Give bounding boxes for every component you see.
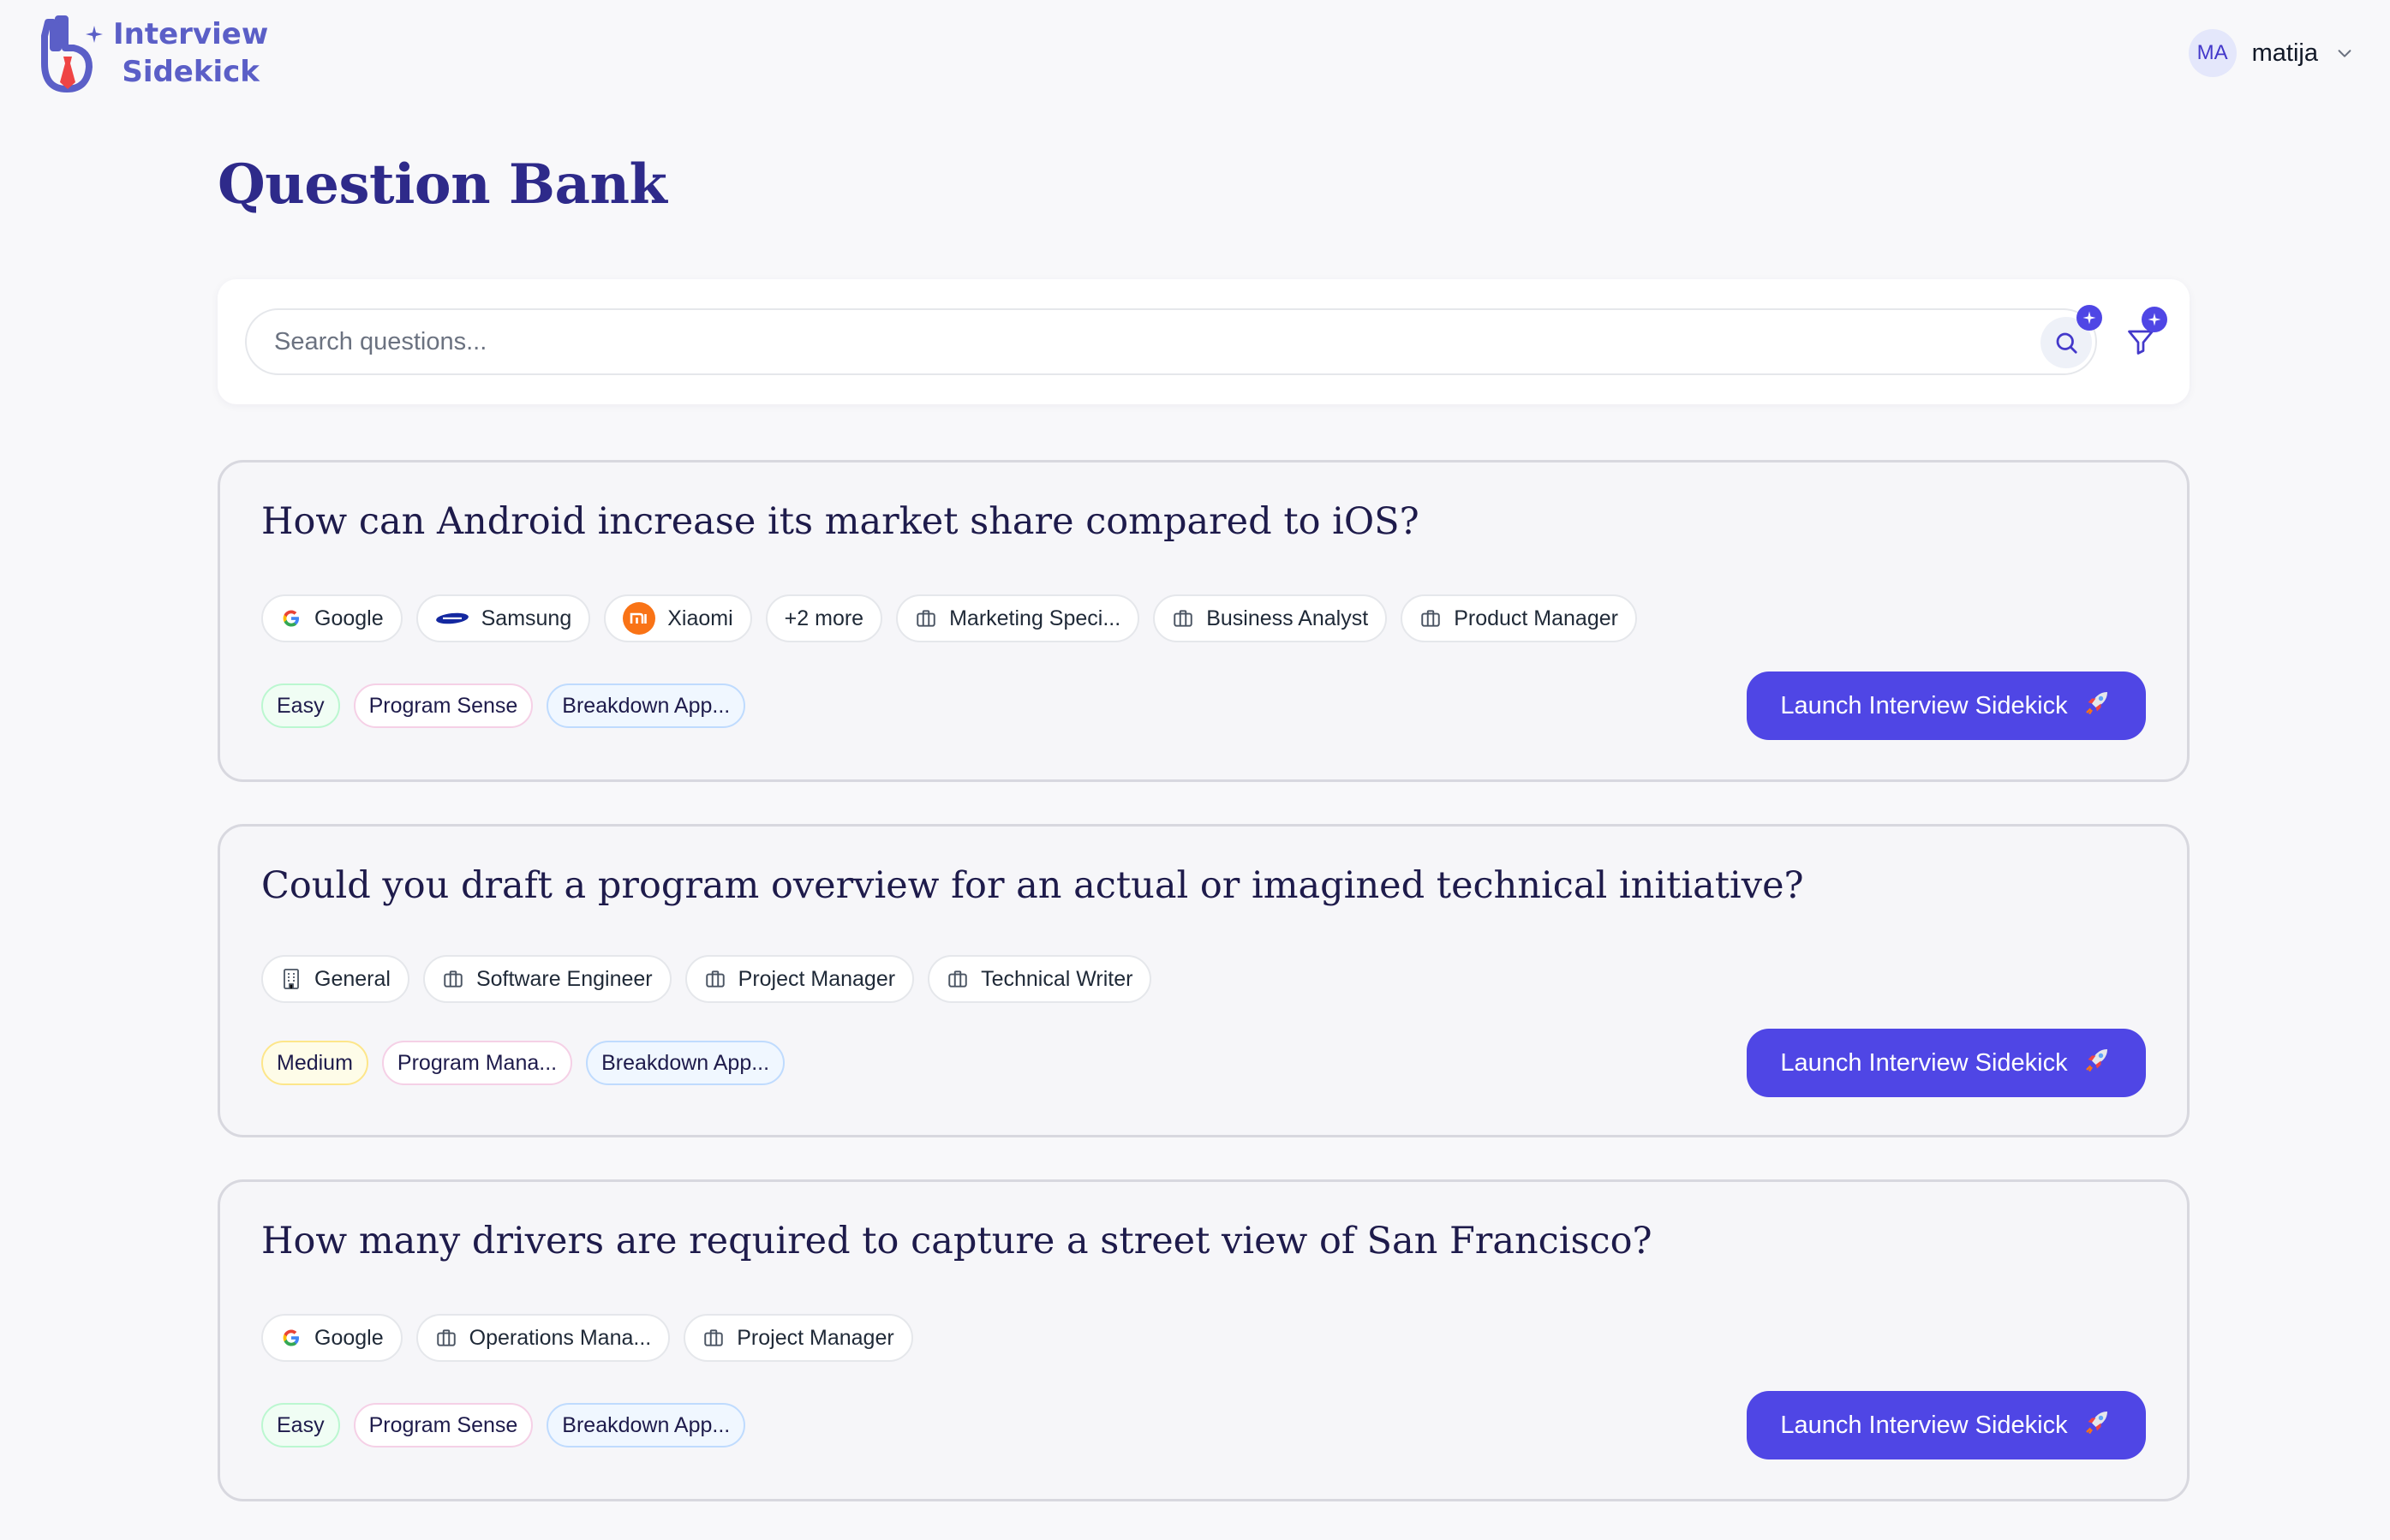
question-card[interactable]: Could you draft a program overview for a… xyxy=(218,824,2190,1137)
launch-interview-button[interactable]: Launch Interview Sidekick xyxy=(1747,1029,2146,1097)
xiaomi-icon xyxy=(623,602,656,635)
category-badge: Program Mana... xyxy=(381,1041,573,1085)
chip-label: Project Manager xyxy=(738,966,896,991)
type-badge: Breakdown App... xyxy=(586,1041,786,1085)
role-chip[interactable]: Project Manager xyxy=(684,1314,913,1362)
briefcase-icon xyxy=(1172,607,1194,630)
chip-label: Project Manager xyxy=(737,1325,894,1350)
chip-label: Operations Mana... xyxy=(469,1325,652,1350)
company-chip-google[interactable]: Google xyxy=(261,594,403,642)
app-logo[interactable]: Interview Sidekick xyxy=(33,10,268,96)
difficulty-badge: Easy xyxy=(261,683,340,728)
category-badge: Program Sense xyxy=(353,1403,534,1447)
page-title: Question Bank xyxy=(218,152,667,217)
question-card[interactable]: How many drivers are required to capture… xyxy=(218,1179,2190,1501)
type-badge: Breakdown App... xyxy=(547,683,746,728)
search-box xyxy=(245,305,2102,375)
chip-label: Software Engineer xyxy=(475,966,653,991)
sparkle-icon xyxy=(2142,307,2167,332)
more-companies-chip[interactable]: +2 more xyxy=(765,594,883,642)
launch-interview-button[interactable]: Launch Interview Sidekick xyxy=(1747,1391,2146,1459)
role-chip[interactable]: Project Manager xyxy=(684,955,915,1003)
sparkle-icon xyxy=(2076,305,2102,331)
tag-row: Google Operations Mana... Project Manage… xyxy=(261,1314,913,1362)
chip-label: Technical Writer xyxy=(981,966,1133,991)
role-chip[interactable]: Operations Mana... xyxy=(415,1314,671,1362)
role-chip[interactable]: Software Engineer xyxy=(422,955,672,1003)
chip-label: Samsung xyxy=(481,606,572,630)
briefcase-icon xyxy=(947,968,969,990)
launch-label: Launch Interview Sidekick xyxy=(1780,1411,2068,1439)
chip-label: Product Manager xyxy=(1454,606,1618,630)
role-chip[interactable]: Technical Writer xyxy=(928,955,1152,1003)
app-name: Interview Sidekick xyxy=(113,15,268,91)
badge-row: Medium Program Mana... Breakdown App... xyxy=(261,1041,786,1085)
rocket-icon xyxy=(2082,1044,2112,1082)
briefcase-icon xyxy=(435,1327,457,1349)
app-name-line2: Sidekick xyxy=(122,55,260,89)
briefcase-icon xyxy=(704,968,726,990)
chip-label: +2 more xyxy=(784,606,864,630)
briefcase-icon xyxy=(1419,607,1442,630)
company-chip-general[interactable]: General xyxy=(261,955,409,1003)
launch-interview-button[interactable]: Launch Interview Sidekick xyxy=(1747,672,2146,740)
category-badge: Program Sense xyxy=(353,683,534,728)
question-title[interactable]: How many drivers are required to capture… xyxy=(261,1220,1652,1262)
google-icon xyxy=(280,1327,302,1349)
avatar[interactable]: MA xyxy=(2188,29,2237,77)
user-menu[interactable]: MA matija xyxy=(2188,29,2354,77)
tag-row: Google Samsung Xiaomi +2 more Marketing … xyxy=(261,594,1637,642)
role-chip[interactable]: Business Analyst xyxy=(1153,594,1388,642)
type-badge: Breakdown App... xyxy=(547,1403,746,1447)
samsung-icon xyxy=(435,607,469,630)
difficulty-badge: Easy xyxy=(261,1403,340,1447)
chip-label: Marketing Speci... xyxy=(949,606,1121,630)
rocket-icon xyxy=(2082,687,2112,725)
chip-label: General xyxy=(314,966,391,991)
search-panel xyxy=(218,279,2190,404)
chip-label: Google xyxy=(314,606,384,630)
briefcase-icon xyxy=(442,968,464,990)
user-name[interactable]: matija xyxy=(2252,39,2318,68)
briefcase-icon xyxy=(915,607,937,630)
question-title[interactable]: How can Android increase its market shar… xyxy=(261,500,1419,543)
chip-label: Business Analyst xyxy=(1206,606,1369,630)
building-icon xyxy=(280,968,302,990)
badge-row: Easy Program Sense Breakdown App... xyxy=(261,1403,746,1447)
rocket-icon xyxy=(2082,1406,2112,1444)
google-icon xyxy=(280,607,302,630)
search-icon xyxy=(2056,332,2077,354)
logo-hand-icon xyxy=(41,15,103,93)
badge-row: Easy Program Sense Breakdown App... xyxy=(261,683,746,728)
company-chip-google[interactable]: Google xyxy=(261,1314,403,1362)
briefcase-icon xyxy=(702,1327,725,1349)
search-input[interactable] xyxy=(247,310,2095,373)
app-name-line1: Interview xyxy=(113,17,269,51)
chip-label: Google xyxy=(314,1325,384,1350)
company-chip-xiaomi[interactable]: Xiaomi xyxy=(604,594,752,642)
tag-row: General Software Engineer Project Manage… xyxy=(261,955,1152,1003)
chevron-down-icon[interactable] xyxy=(2335,44,2354,63)
role-chip[interactable]: Product Manager xyxy=(1401,594,1637,642)
company-chip-samsung[interactable]: Samsung xyxy=(415,594,591,642)
question-title[interactable]: Could you draft a program overview for a… xyxy=(261,864,1804,907)
ai-filter-button[interactable] xyxy=(2111,307,2171,372)
launch-label: Launch Interview Sidekick xyxy=(1780,1048,2068,1077)
chip-label: Xiaomi xyxy=(667,606,733,630)
difficulty-badge: Medium xyxy=(261,1041,368,1085)
role-chip[interactable]: Marketing Speci... xyxy=(896,594,1140,642)
launch-label: Launch Interview Sidekick xyxy=(1780,691,2068,719)
ai-search-button[interactable] xyxy=(2040,305,2102,368)
question-card[interactable]: How can Android increase its market shar… xyxy=(218,460,2190,782)
